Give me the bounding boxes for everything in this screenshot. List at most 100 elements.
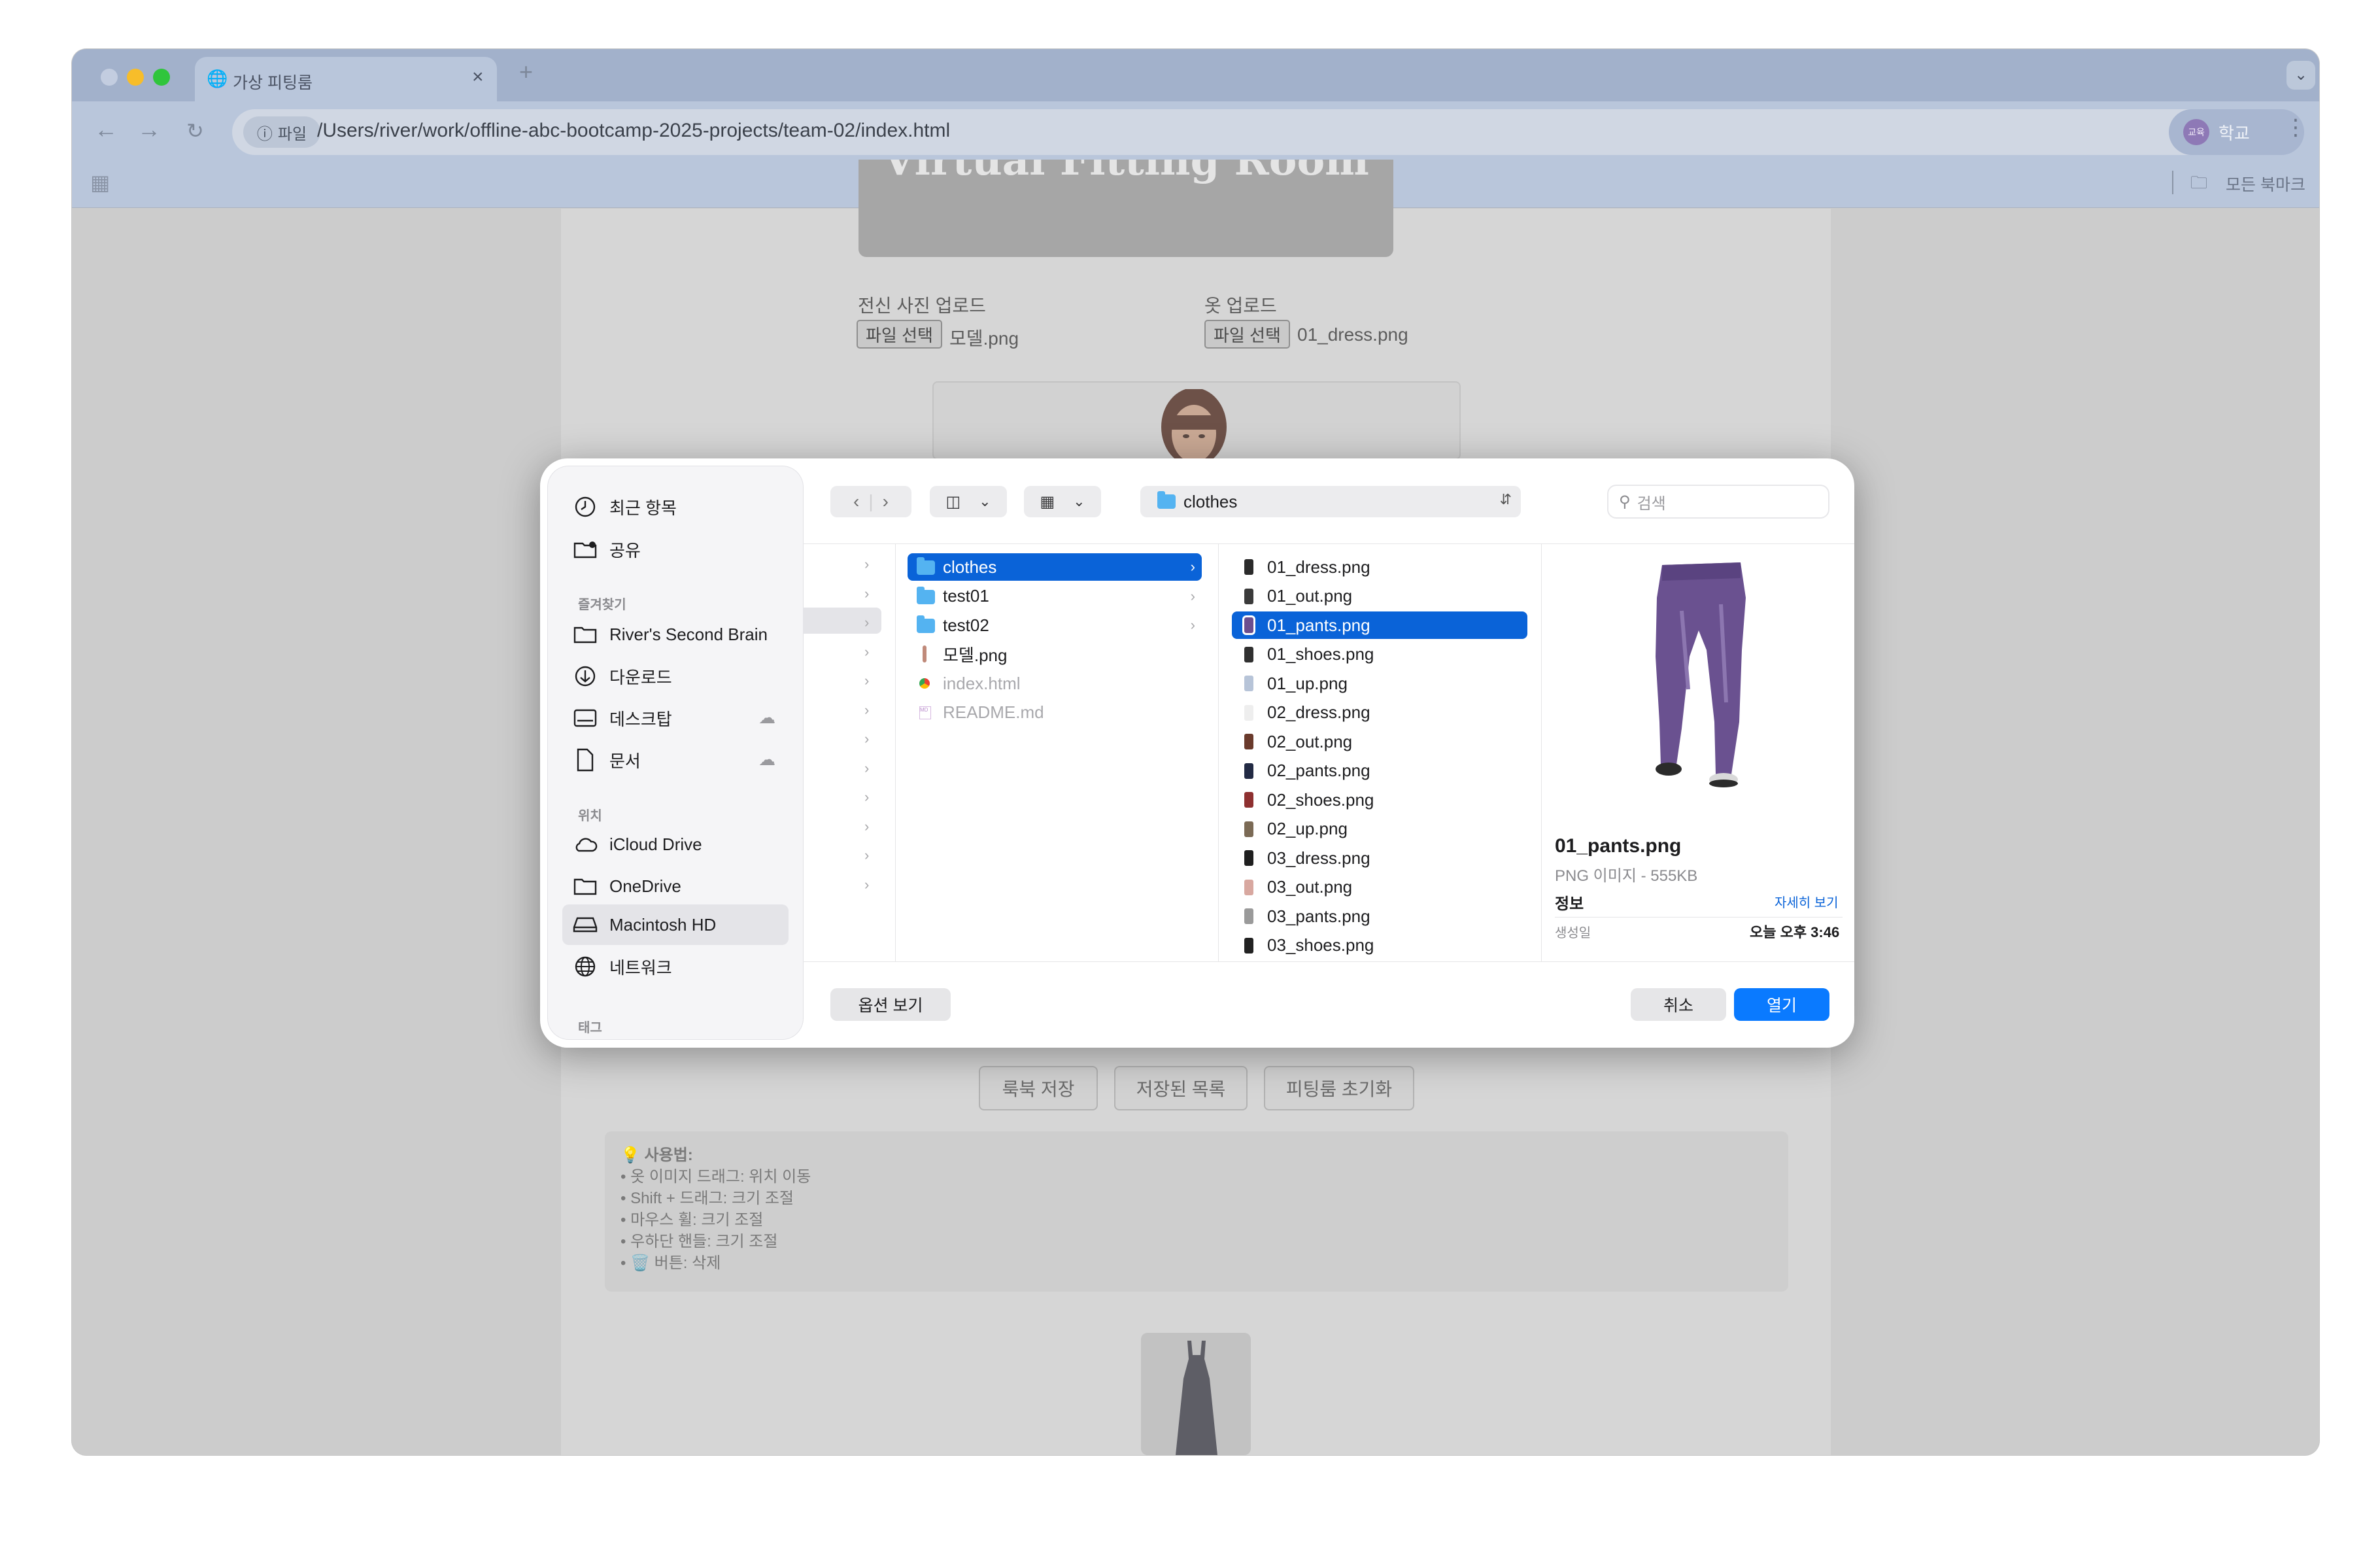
updown-chevron-icon: ⇵ bbox=[1499, 491, 1512, 507]
path-popup[interactable]: clothes ⇵ bbox=[1140, 486, 1521, 517]
file-name: 02_pants.png bbox=[1267, 761, 1370, 780]
folder-icon bbox=[917, 557, 935, 576]
file-name: index.html bbox=[943, 673, 1021, 693]
file-row-png[interactable]: 02_up.png bbox=[1232, 816, 1527, 843]
site-info-label: 파일 bbox=[277, 125, 307, 143]
folder-icon bbox=[917, 586, 935, 606]
folder-icon bbox=[573, 878, 597, 895]
chevron-left-icon[interactable]: ‹ bbox=[853, 491, 859, 512]
globe-icon bbox=[575, 956, 596, 977]
sidebar-item-onedrive[interactable]: OneDrive bbox=[571, 867, 681, 906]
disclosure-chevron-icon[interactable]: › bbox=[864, 847, 869, 864]
site-info-chip[interactable]: ⓘ 파일 bbox=[243, 116, 320, 148]
help-line: • 옷 이미지 드래그: 위치 이동 bbox=[620, 1168, 811, 1186]
cancel-button[interactable]: 취소 bbox=[1631, 988, 1726, 1021]
body-file-button[interactable]: 파일 선택 bbox=[857, 320, 942, 349]
disclosure-chevron-icon[interactable]: › bbox=[864, 556, 869, 573]
sidebar-item-shared[interactable]: 공유 bbox=[571, 530, 641, 569]
group-view-button[interactable]: ▦ ⌄ bbox=[1024, 486, 1101, 517]
search-placeholder: 검색 bbox=[1637, 494, 1666, 513]
open-button[interactable]: 열기 bbox=[1734, 988, 1829, 1021]
file-row-folder[interactable]: test01 › bbox=[908, 583, 1202, 610]
sidebar-item-documents[interactable]: 문서 bbox=[571, 740, 641, 780]
disclosure-chevron-icon[interactable]: › bbox=[864, 672, 869, 689]
tab-search-button[interactable]: ⌄ bbox=[2286, 61, 2315, 90]
file-row-png[interactable]: 03_shoes.png bbox=[1232, 932, 1527, 959]
reset-room-button[interactable]: 피팅룸 초기화 bbox=[1264, 1066, 1414, 1110]
profile-button[interactable]: 교육 학교 bbox=[2169, 109, 2304, 155]
chevron-right-icon[interactable]: › bbox=[883, 491, 889, 512]
sidebar-label: 문서 bbox=[609, 751, 641, 771]
file-name: 02_dress.png bbox=[1267, 702, 1370, 722]
browser-tab[interactable]: 🌐 가상 피팅룸 × bbox=[195, 57, 497, 101]
disclosure-chevron-icon[interactable]: › bbox=[864, 789, 869, 806]
disclosure-chevron-icon[interactable]: › bbox=[864, 730, 869, 747]
html-file-icon bbox=[917, 674, 934, 693]
back-forward-buttons[interactable]: ‹ | › bbox=[830, 486, 911, 517]
tab-close-icon[interactable]: × bbox=[472, 66, 484, 88]
sidebar-item-desktop[interactable]: 데스크탑 bbox=[571, 698, 672, 738]
maximize-window-button[interactable] bbox=[153, 69, 170, 86]
document-icon bbox=[577, 748, 594, 772]
minimize-window-button[interactable] bbox=[127, 69, 144, 86]
file-row-html[interactable]: index.html bbox=[908, 670, 1202, 697]
preview-filename: 01_pants.png bbox=[1555, 835, 1682, 857]
disclosure-chevron-icon[interactable]: › bbox=[864, 702, 869, 719]
help-line: • 우하단 핸들: 크기 조절 bbox=[620, 1233, 778, 1250]
file-row-md[interactable]: MD README.md bbox=[908, 699, 1202, 727]
menu-kebab-icon[interactable]: ⋮ bbox=[2285, 114, 2307, 141]
sidebar-item-recent[interactable]: 최근 항목 bbox=[571, 487, 677, 526]
disclosure-chevron-icon[interactable]: › bbox=[864, 876, 869, 893]
file-row-png[interactable]: 03_pants.png bbox=[1232, 902, 1527, 930]
show-options-button[interactable]: 옵션 보기 bbox=[830, 988, 951, 1021]
file-row-folder[interactable]: clothes › bbox=[908, 553, 1202, 581]
file-row-png[interactable]: 01_pants.png bbox=[1232, 611, 1527, 639]
column-browser: › › › › › › › › › › › › clothes › test01 › test02 › 모델.pn… bbox=[803, 543, 1854, 962]
file-row-image[interactable]: 모델.png bbox=[908, 641, 1202, 668]
new-tab-button[interactable]: + bbox=[519, 58, 533, 86]
url-text[interactable]: /Users/river/work/offline-abc-bootcamp-2… bbox=[317, 120, 950, 142]
help-line: • 마우스 휠: 크기 조절 bbox=[620, 1211, 764, 1229]
column-view-button[interactable]: ◫ ⌄ bbox=[930, 486, 1007, 517]
download-icon bbox=[575, 666, 596, 687]
file-row-png[interactable]: 02_pants.png bbox=[1232, 757, 1527, 785]
search-input[interactable]: ⚲ 검색 bbox=[1607, 485, 1829, 519]
file-row-png[interactable]: 03_dress.png bbox=[1232, 844, 1527, 872]
file-row-folder[interactable]: test02 › bbox=[908, 611, 1202, 639]
sidebar-item-macintosh-hd[interactable]: Macintosh HD bbox=[571, 905, 716, 944]
clothes-file-name: 01_dress.png bbox=[1297, 324, 1408, 345]
chevron-right-icon: › bbox=[1190, 587, 1195, 604]
close-window-button[interactable] bbox=[101, 69, 118, 86]
clothes-file-button[interactable]: 파일 선택 bbox=[1204, 320, 1290, 349]
sidebar-item-second-brain[interactable]: River's Second Brain bbox=[571, 615, 768, 654]
file-name: 02_out.png bbox=[1267, 731, 1353, 751]
disclosure-chevron-icon[interactable]: › bbox=[864, 760, 869, 777]
disclosure-chevron-icon[interactable]: › bbox=[864, 585, 869, 602]
sidebar-item-downloads[interactable]: 다운로드 bbox=[571, 657, 672, 696]
file-row-png[interactable]: 01_dress.png bbox=[1232, 553, 1527, 581]
file-name: test01 bbox=[943, 586, 989, 606]
back-icon[interactable]: ← bbox=[94, 116, 118, 143]
folder-icon bbox=[573, 627, 597, 644]
disclosure-chevron-icon[interactable]: › bbox=[864, 614, 869, 631]
sidebar-item-network[interactable]: 네트워크 bbox=[571, 947, 672, 986]
image-thumbnail-icon bbox=[1241, 645, 1258, 664]
file-row-png[interactable]: 02_dress.png bbox=[1232, 699, 1527, 727]
save-lookbook-button[interactable]: 룩북 저장 bbox=[979, 1066, 1098, 1110]
file-row-png[interactable]: 01_up.png bbox=[1232, 670, 1527, 697]
file-row-png[interactable]: 03_out.png bbox=[1232, 874, 1527, 901]
disclosure-chevron-icon[interactable]: › bbox=[864, 644, 869, 661]
show-more-link[interactable]: 자세히 보기 bbox=[1775, 892, 1839, 911]
forward-icon[interactable]: → bbox=[137, 116, 161, 143]
icloud-status-icon: ☁ bbox=[758, 708, 775, 727]
sidebar-item-icloud[interactable]: iCloud Drive bbox=[571, 825, 702, 864]
file-row-png[interactable]: 02_shoes.png bbox=[1232, 786, 1527, 814]
file-row-png[interactable]: 02_out.png bbox=[1232, 728, 1527, 755]
saved-list-button[interactable]: 저장된 목록 bbox=[1114, 1066, 1248, 1110]
disclosure-chevron-icon[interactable]: › bbox=[864, 818, 869, 835]
file-row-png[interactable]: 01_out.png bbox=[1232, 583, 1527, 610]
all-bookmarks-link[interactable]: 모든 북마크 bbox=[2226, 172, 2305, 196]
apps-grid-icon[interactable]: ▦ bbox=[90, 170, 110, 195]
reload-icon[interactable]: ↻ bbox=[186, 118, 204, 143]
file-row-png[interactable]: 01_shoes.png bbox=[1232, 641, 1527, 668]
